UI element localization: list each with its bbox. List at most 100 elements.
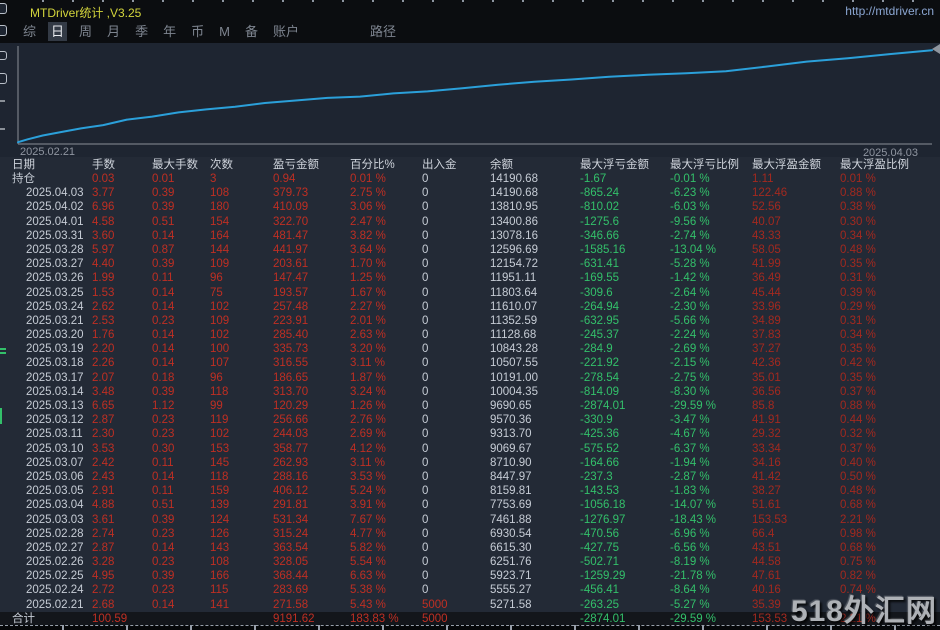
table-row[interactable]: 2025.03.03 3.61 0.39 124 531.34 7.67 % 0 7461.8… [0,513,940,527]
cell: -8.64 % [670,584,710,597]
table-row[interactable]: 2025.03.14 3.48 0.39 118 313.70 3.24 % 0 10004.… [0,385,940,399]
table-row[interactable]: 2025.03.31 3.60 0.14 164 481.47 3.82 % 0 13078.… [0,229,940,243]
table-row[interactable]: 2025.02.25 4.95 0.39 166 368.44 6.63 % 0 5923.7… [0,569,940,583]
table-row[interactable]: 2025.03.19 2.20 0.14 100 335.73 3.20 % 0 10843.… [0,342,940,356]
cell: 0.44 % [840,414,876,427]
cell: 34.16 [752,456,781,469]
table-row[interactable]: 2025.03.13 6.65 1.12 99 120.29 1.26 % 0 9690.65… [0,399,940,413]
cell: 2.20 [92,343,115,356]
cell: 99 [210,400,223,412]
table-row[interactable]: 2025.03.21 2.53 0.23 109 223.91 2.01 % 0 11352.… [0,314,940,328]
cell: 141 [210,598,230,611]
cell: 66.4 [752,527,775,540]
cell: 2025.03.26 [26,272,84,285]
table-row[interactable]: 2025.02.28 2.74 0.23 126 315.24 4.77 % 0 6930.5… [0,527,940,541]
table-total-row[interactable]: 合计 100.59 9191.62 183.83 % 5000 -2874.01 -29.5… [0,611,940,626]
cell: 223.91 [273,314,309,327]
table-row[interactable]: 2025.03.24 2.62 0.14 102 257.48 2.27 % 0 11610.… [0,300,940,314]
cell: 0 [422,272,429,285]
cell: 8447.97 [490,470,532,483]
menu-item[interactable]: 账户 [270,22,302,41]
cell: 0.14 [152,598,175,611]
menu-item[interactable]: 备 [242,22,261,41]
cell: -164.66 [580,456,620,469]
cell: 4.95 [92,570,115,583]
cell: 0 [422,513,429,526]
table-row[interactable]: 2025.03.25 1.53 0.14 75 193.57 1.67 % 0 11803.6… [0,286,940,300]
table-row[interactable]: 2025.03.11 2.30 0.23 102 244.03 2.69 % 0 9313.7… [0,427,940,441]
menu-item[interactable]: 周 [76,22,95,41]
table-row[interactable]: 2025.02.24 2.72 0.23 115 283.69 5.38 % 0 5555.2… [0,583,940,597]
balance-chart: 2025.02.21 2025.04.03 [0,43,940,157]
cell: 0 [422,343,429,356]
menu-item[interactable]: 币 [188,22,207,41]
table-row[interactable]: 2025.03.18 2.26 0.14 107 316.55 3.11 % 0 10507.… [0,356,940,370]
table-row[interactable]: 2025.02.26 3.28 0.23 108 328.05 5.54 % 0 6251.7… [0,555,940,569]
cell: 0.35 % [840,343,876,356]
table-row[interactable]: 2025.03.28 5.97 0.87 144 441.97 3.64 % 0 12596.… [0,243,940,257]
cell: -330.9 [580,414,613,427]
cell: 3.77 [92,187,115,200]
menu-item[interactable]: M [216,22,233,41]
cell: 0.94 [273,173,296,185]
cell: 14190.68 [490,187,538,200]
menu-item[interactable]: 路径 [367,22,399,41]
cell: -1259.29 [580,570,626,583]
table-row[interactable]: 2025.04.03 3.77 0.39 108 379.73 2.75 % 0 14190.… [0,186,940,200]
cell: 2025.02.26 [26,556,84,569]
cell: -29.59 % [670,400,717,412]
cell: 2025.03.03 [26,513,84,526]
table-row[interactable]: 2025.03.20 1.76 0.14 102 285.40 2.63 % 0 11128.… [0,328,940,342]
menu-item[interactable]: 年 [160,22,179,41]
cell: 1.25 % [350,272,386,285]
cell: 0 [422,541,429,554]
table-row[interactable]: 持仓 0.03 0.01 3 0.94 0.01 % 0 14190.68 -1.67 -0.01… [0,172,940,186]
cell: 47.61 [752,570,781,583]
menu-item[interactable]: 综 [20,22,39,41]
table-row[interactable]: 2025.03.05 2.91 0.11 159 406.12 5.24 % 0 8159.8… [0,484,940,498]
cell: 2025.04.01 [26,215,84,228]
cell: 0.35 % [840,371,876,384]
cell: 0 [422,485,429,498]
cell: 2.53 [92,314,115,327]
column-header: 最大浮亏比例 [670,159,739,171]
cell: 2.42 [92,456,115,469]
table-row[interactable]: 2025.03.07 2.42 0.11 145 262.93 3.11 % 0 8710.9… [0,456,940,470]
cell: 271.58 [273,598,309,611]
cell: 0.68 % [840,499,876,512]
table-row[interactable]: 2025.03.26 1.99 0.11 96 147.47 1.25 % 0 11951.1… [0,271,940,285]
table-row[interactable]: 2025.03.27 4.40 0.39 109 203.61 1.70 % 0 12154.… [0,257,940,271]
table-row[interactable]: 2025.03.04 4.88 0.51 139 291.81 3.91 % 0 7753.6… [0,498,940,512]
cell: 122.46 [752,187,788,200]
cell: 2.27 % [350,300,386,313]
cell: 0.23 [152,428,175,441]
app-url-link[interactable]: http://mtdriver.cn [845,4,934,18]
cell: 33.34 [752,442,781,455]
menu-item[interactable]: 日 [48,21,68,41]
cell: 2.87 [92,414,115,427]
cell: 0 [422,456,429,469]
table-row[interactable]: 2025.02.21 2.68 0.14 141 271.58 5.43 % 5000 527… [0,598,940,612]
table-row[interactable]: 2025.04.02 6.96 0.39 180 410.09 3.06 % 0 13810.… [0,200,940,214]
cell: 2025.03.10 [26,442,84,455]
menu-item[interactable]: 月 [104,22,123,41]
table-row[interactable]: 2025.03.12 2.87 0.23 119 256.66 2.76 % 0 9570.3… [0,413,940,427]
cell: 3.53 % [350,470,386,483]
cell: 13810.95 [490,201,538,214]
table-row[interactable]: 2025.03.06 2.43 0.14 118 288.16 3.53 % 0 8447.9… [0,470,940,484]
cell: 0 [422,357,429,370]
table-row[interactable]: 2025.04.01 4.58 0.51 154 322.70 2.47 % 0 13400.… [0,215,940,229]
table-row[interactable]: 2025.02.27 2.87 0.14 143 363.54 5.82 % 0 6615.3… [0,541,940,555]
cell: -14.07 % [670,499,717,512]
table-row[interactable]: 2025.03.17 2.07 0.18 96 186.65 1.87 % 0 10191.0… [0,371,940,385]
cell: 96 [210,371,223,384]
cell: 0.48 % [840,243,876,256]
menu-item[interactable]: 季 [132,22,151,41]
cell: 0 [422,229,429,242]
table-row[interactable]: 2025.03.10 3.53 0.30 153 358.77 4.12 % 0 9069.6… [0,442,940,456]
cell: 5.97 [92,243,115,256]
cell: 35.01 [752,371,781,384]
cell: 36.49 [752,272,781,285]
cell: 45.44 [752,286,781,299]
cell: 10507.55 [490,357,538,370]
